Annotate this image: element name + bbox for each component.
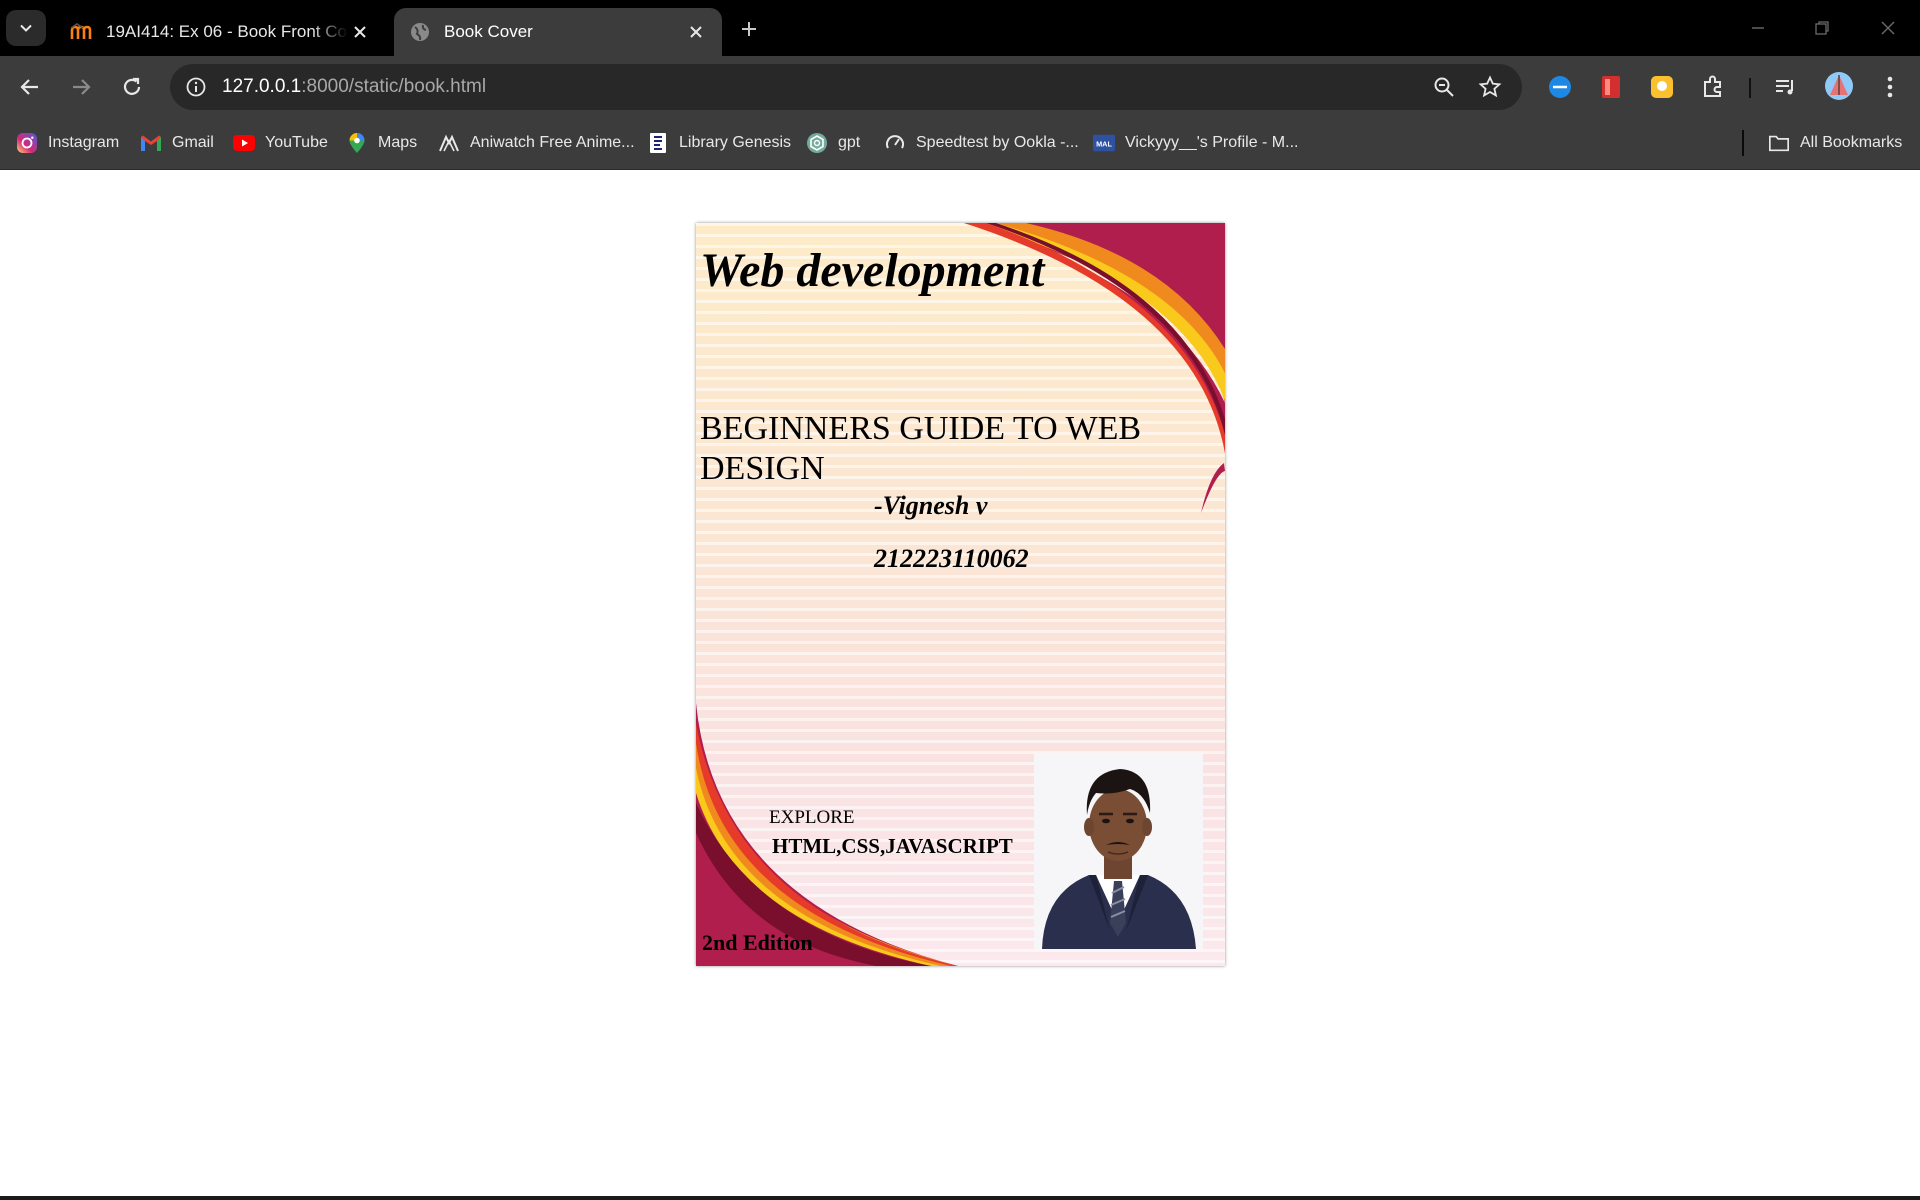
mal-icon: MAL bbox=[1093, 132, 1115, 154]
bookmark-mal-profile[interactable]: MAL Vickyyy__'s Profile - M... bbox=[1093, 128, 1298, 158]
bookmark-maps[interactable]: Maps bbox=[346, 128, 417, 158]
new-tab-button[interactable] bbox=[734, 14, 764, 44]
restore-icon bbox=[1815, 21, 1829, 35]
tab-search-button[interactable] bbox=[6, 10, 46, 46]
bookmark-youtube[interactable]: YouTube bbox=[233, 128, 328, 158]
book-cover: Web development BEGINNERS GUIDE TO WEB D… bbox=[696, 223, 1225, 966]
aniwatch-icon bbox=[438, 132, 460, 154]
register-number: 212223110062 bbox=[874, 544, 1029, 573]
close-icon[interactable] bbox=[348, 20, 372, 44]
tab-strip: 19AI414: Ex 06 - Book Front Cover Book C… bbox=[0, 0, 1920, 56]
instagram-icon bbox=[16, 132, 38, 154]
reload-icon bbox=[123, 77, 141, 95]
bookmark-label: Maps bbox=[378, 134, 418, 151]
close-icon bbox=[1881, 21, 1895, 35]
maps-icon bbox=[346, 132, 368, 154]
zoom-icon[interactable] bbox=[1430, 73, 1458, 101]
book-author: -Vignesh v bbox=[874, 491, 988, 520]
arrow-right-icon bbox=[73, 79, 91, 95]
media-controls-icon[interactable] bbox=[1772, 73, 1800, 101]
chatgpt-icon bbox=[806, 132, 828, 154]
minimize-icon bbox=[1752, 27, 1764, 29]
profile-avatar[interactable] bbox=[1824, 71, 1854, 101]
bookmark-label: Library Genesis bbox=[679, 134, 792, 151]
bookmark-label: Vickyyy__'s Profile - M... bbox=[1125, 134, 1299, 151]
bookmarks-bar: Instagram Gmail YouTube Maps Aniwatch Fr… bbox=[0, 118, 1920, 170]
book-subtitle: BEGINNERS GUIDE TO WEB DESIGN bbox=[700, 410, 1142, 487]
bookmark-label: YouTube bbox=[265, 134, 328, 151]
forward-button[interactable] bbox=[63, 69, 99, 105]
author-photo bbox=[1034, 753, 1203, 949]
speedtest-icon bbox=[884, 132, 906, 154]
bookmark-label: Gmail bbox=[172, 134, 214, 151]
more-menu-icon[interactable] bbox=[1876, 73, 1904, 101]
bookmark-label: gpt bbox=[838, 134, 861, 151]
address-bar[interactable]: 127.0.0.1:8000/static/book.html bbox=[170, 64, 1522, 110]
extension-blue-icon[interactable] bbox=[1546, 73, 1574, 101]
url-path: :8000/static/book.html bbox=[301, 76, 487, 97]
bookmark-label: Speedtest by Ookla -... bbox=[916, 134, 1079, 151]
browser-toolbar: 127.0.0.1:8000/static/book.html bbox=[0, 56, 1920, 118]
bookmarks-separator bbox=[1742, 130, 1744, 156]
close-icon[interactable] bbox=[684, 20, 708, 44]
reload-button[interactable] bbox=[114, 69, 150, 105]
page-bottom-border bbox=[0, 1196, 1920, 1200]
moodle-icon bbox=[70, 20, 94, 44]
close-window-button[interactable] bbox=[1868, 10, 1908, 46]
svg-text:MAL: MAL bbox=[1096, 140, 1112, 149]
extension-red-book-icon[interactable] bbox=[1597, 73, 1625, 101]
arrow-left-icon bbox=[20, 79, 38, 95]
toolbar-separator bbox=[1749, 78, 1751, 98]
youtube-icon bbox=[233, 132, 255, 154]
all-bookmarks-button[interactable]: All Bookmarks bbox=[1768, 128, 1902, 158]
library-icon bbox=[647, 132, 669, 154]
edition-label: 2nd Edition bbox=[702, 930, 813, 955]
extension-yellow-icon[interactable] bbox=[1648, 73, 1676, 101]
extensions-puzzle-icon[interactable] bbox=[1699, 73, 1727, 101]
back-button[interactable] bbox=[12, 69, 48, 105]
bookmark-aniwatch[interactable]: Aniwatch Free Anime... bbox=[438, 128, 635, 158]
chevron-down-icon bbox=[20, 24, 32, 32]
technologies-label: HTML,CSS,JAVASCRIPT bbox=[772, 834, 1013, 858]
bookmark-label: Aniwatch Free Anime... bbox=[470, 134, 635, 151]
url-host: 127.0.0.1 bbox=[222, 76, 302, 97]
globe-icon bbox=[408, 20, 432, 44]
all-bookmarks-label: All Bookmarks bbox=[1800, 134, 1903, 151]
bookmark-gmail[interactable]: Gmail bbox=[140, 128, 214, 158]
bookmark-instagram[interactable]: Instagram bbox=[16, 128, 119, 158]
url-text[interactable]: 127.0.0.1:8000/static/book.html bbox=[222, 64, 486, 110]
restore-button[interactable] bbox=[1802, 10, 1842, 46]
tab-course[interactable]: 19AI414: Ex 06 - Book Front Cover bbox=[56, 8, 386, 56]
tab-title: 19AI414: Ex 06 - Book Front Cover bbox=[106, 22, 348, 41]
book-title: Web development bbox=[700, 244, 1045, 297]
minimize-button[interactable] bbox=[1738, 10, 1778, 46]
bookmark-library-genesis[interactable]: Library Genesis bbox=[647, 128, 791, 158]
bookmark-label: Instagram bbox=[48, 134, 120, 151]
tab-book-cover[interactable]: Book Cover bbox=[394, 8, 722, 56]
gmail-icon bbox=[140, 132, 162, 154]
tab-title: Book Cover bbox=[444, 22, 533, 41]
site-info-icon[interactable] bbox=[182, 73, 210, 101]
bookmark-gpt[interactable]: gpt bbox=[806, 128, 860, 158]
explore-label: EXPLORE bbox=[769, 807, 855, 828]
plus-icon bbox=[742, 22, 756, 36]
folder-icon bbox=[1768, 132, 1790, 154]
star-icon[interactable] bbox=[1476, 73, 1504, 101]
bookmark-speedtest[interactable]: Speedtest by Ookla -... bbox=[884, 128, 1079, 158]
